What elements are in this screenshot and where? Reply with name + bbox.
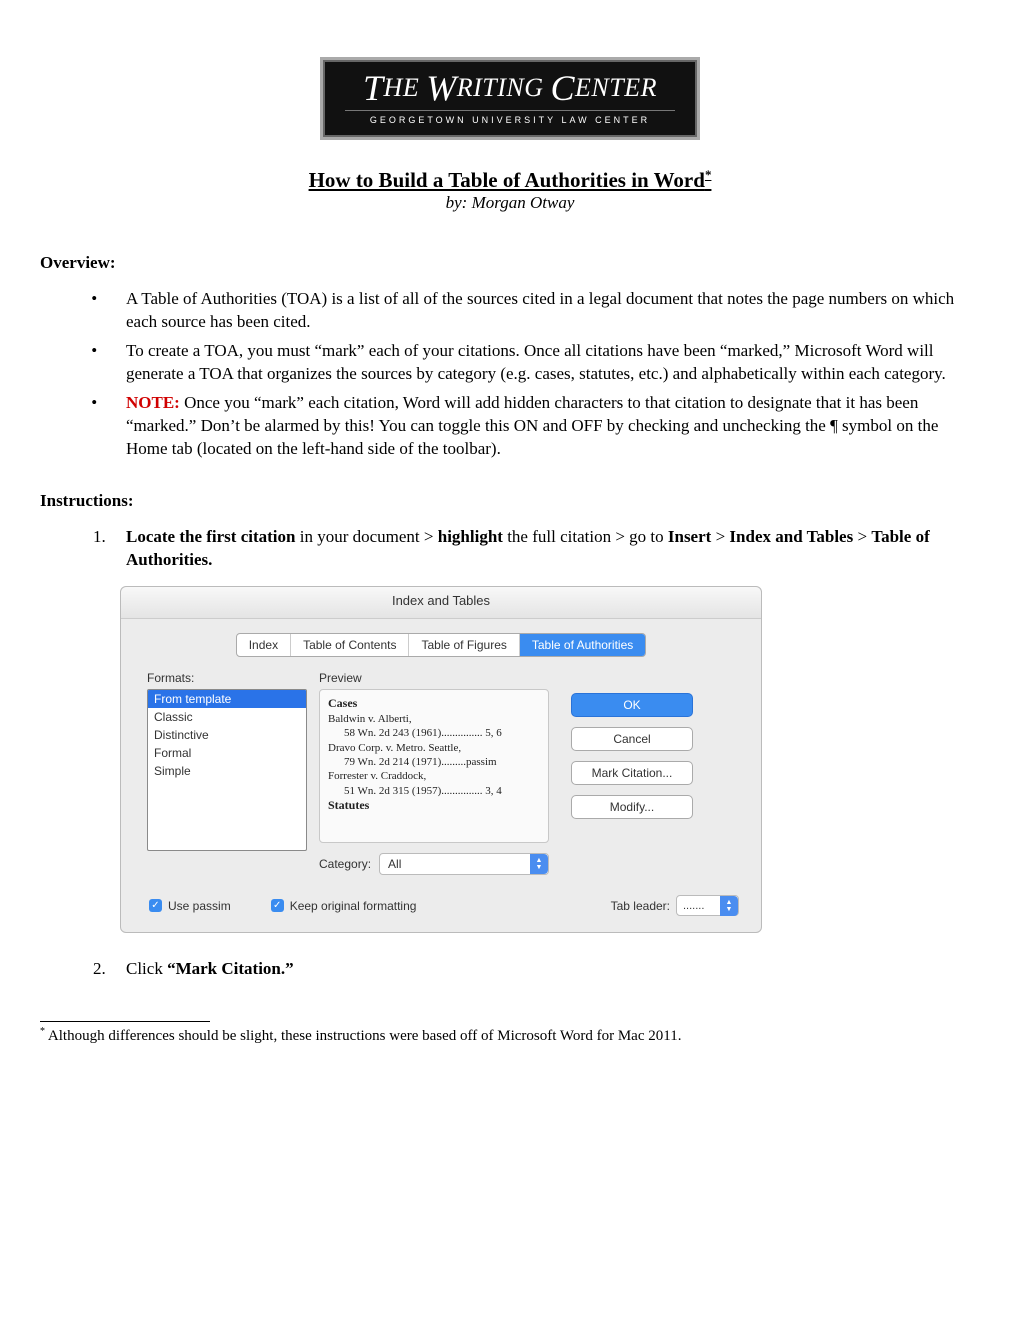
tab-leader-label: Tab leader:	[611, 899, 670, 913]
category-select[interactable]: All ▲▼	[379, 853, 549, 875]
tab-leader-select[interactable]: ....... ▲▼	[676, 895, 739, 916]
tab-toc[interactable]: Table of Contents	[291, 634, 409, 656]
logo: THE WRITING CENTER GEORGETOWN UNIVERSITY…	[323, 60, 697, 137]
overview-heading: Overview:	[40, 253, 980, 273]
logo-block: THE WRITING CENTER GEORGETOWN UNIVERSITY…	[40, 60, 980, 137]
logo-main: THE WRITING CENTER	[345, 70, 675, 106]
category-label: Category:	[319, 857, 371, 871]
mark-citation-button[interactable]: Mark Citation...	[571, 761, 693, 785]
index-and-tables-dialog: Index and Tables Index Table of Contents…	[120, 586, 762, 933]
instructions-list-cont: Click “Mark Citation.”	[40, 958, 980, 981]
check-icon: ✓	[149, 899, 162, 912]
footnote-rule	[40, 1021, 210, 1022]
format-option[interactable]: Distinctive	[148, 726, 306, 744]
step-1: Locate the first citation in your docume…	[110, 526, 980, 572]
tab-toa[interactable]: Table of Authorities	[520, 634, 645, 656]
formats-listbox[interactable]: From template Classic Distinctive Formal…	[147, 689, 307, 851]
instructions-list: Locate the first citation in your docume…	[40, 526, 980, 572]
byline: by: Morgan Otway	[446, 193, 575, 212]
overview-item: To create a TOA, you must “mark” each of…	[110, 340, 980, 386]
format-option[interactable]: From template	[148, 690, 306, 708]
ok-button[interactable]: OK	[571, 693, 693, 717]
dialog-title: Index and Tables	[121, 587, 761, 619]
cancel-button[interactable]: Cancel	[571, 727, 693, 751]
dialog-screenshot: Index and Tables Index Table of Contents…	[120, 586, 980, 933]
preview-label: Preview	[319, 671, 549, 685]
step-2: Click “Mark Citation.”	[110, 958, 980, 981]
format-option[interactable]: Simple	[148, 762, 306, 780]
tab-tof[interactable]: Table of Figures	[409, 634, 519, 656]
logo-subtitle: GEORGETOWN UNIVERSITY LAW CENTER	[345, 110, 675, 125]
overview-list: A Table of Authorities (TOA) is a list o…	[40, 288, 980, 461]
note-label: NOTE:	[126, 393, 180, 412]
modify-button[interactable]: Modify...	[571, 795, 693, 819]
stepper-icon: ▲▼	[530, 854, 548, 874]
preview-box: Cases Baldwin v. Alberti, 58 Wn. 2d 243 …	[319, 689, 549, 843]
formats-label: Formats:	[147, 671, 307, 685]
stepper-icon: ▲▼	[720, 896, 738, 916]
use-passim-checkbox[interactable]: ✓ Use passim	[149, 899, 231, 913]
tab-bar: Index Table of Contents Table of Figures…	[121, 619, 761, 667]
footnote: * Although differences should be slight,…	[40, 1026, 980, 1045]
page-title: How to Build a Table of Authorities in W…	[309, 168, 712, 192]
instructions-heading: Instructions:	[40, 491, 980, 511]
keep-formatting-checkbox[interactable]: ✓ Keep original formatting	[271, 899, 417, 913]
format-option[interactable]: Formal	[148, 744, 306, 762]
title-block: How to Build a Table of Authorities in W…	[40, 167, 980, 213]
check-icon: ✓	[271, 899, 284, 912]
overview-item: NOTE: Once you “mark” each citation, Wor…	[110, 392, 980, 461]
format-option[interactable]: Classic	[148, 708, 306, 726]
tab-index[interactable]: Index	[237, 634, 291, 656]
overview-item: A Table of Authorities (TOA) is a list o…	[110, 288, 980, 334]
